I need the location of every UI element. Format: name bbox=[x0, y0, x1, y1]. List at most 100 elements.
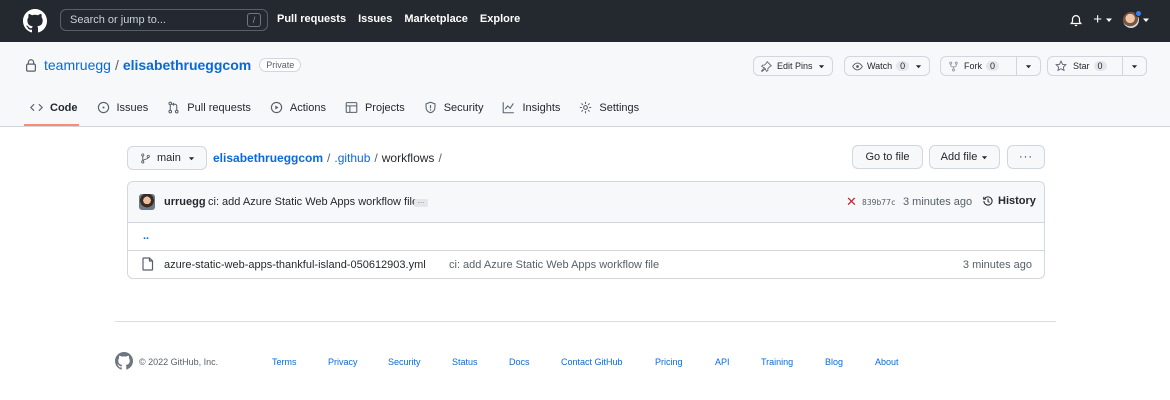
footer-link-pricing[interactable]: Pricing bbox=[655, 357, 683, 367]
footer-link-blog[interactable]: Blog bbox=[825, 357, 843, 367]
tab-code-label: Code bbox=[50, 101, 78, 114]
footer-link-status[interactable]: Status bbox=[452, 357, 478, 367]
search-placeholder: Search or jump to... bbox=[70, 14, 166, 26]
create-new-button[interactable]: + bbox=[1093, 11, 1113, 28]
tab-pull-requests[interactable]: Pull requests bbox=[167, 101, 251, 114]
nav-pull-requests[interactable]: Pull requests bbox=[277, 13, 346, 25]
breadcrumb-separator: / bbox=[438, 151, 442, 165]
breadcrumb: elisabethrueggcom / .github / workflows … bbox=[213, 151, 446, 165]
branch-name: main bbox=[157, 152, 181, 164]
repo-title-separator: / bbox=[114, 57, 119, 73]
more-options-button[interactable]: ··· bbox=[1007, 145, 1045, 169]
bell-icon[interactable] bbox=[1069, 13, 1083, 27]
tab-projects[interactable]: Projects bbox=[345, 101, 405, 114]
fork-count: 0 bbox=[986, 61, 1000, 71]
tab-issues-label: Issues bbox=[116, 101, 149, 114]
footer-link-docs[interactable]: Docs bbox=[509, 357, 530, 367]
search-shortcut-key: / bbox=[247, 13, 261, 27]
active-tab-indicator bbox=[24, 124, 79, 126]
commit-message-link[interactable]: ci: add Azure Static Web Apps workflow f… bbox=[208, 196, 418, 208]
file-commit-time: 3 minutes ago bbox=[962, 259, 1032, 271]
breadcrumb-repo-link[interactable]: elisabethrueggcom bbox=[213, 151, 323, 165]
star-button[interactable]: Star 0 bbox=[1047, 56, 1147, 76]
kebab-icon: ··· bbox=[1019, 151, 1033, 163]
avatar[interactable] bbox=[139, 194, 155, 210]
caret-down-icon bbox=[982, 155, 988, 159]
nav-issues[interactable]: Issues bbox=[358, 13, 392, 25]
breadcrumb-github-link[interactable]: .github bbox=[334, 151, 370, 165]
pin-icon bbox=[761, 60, 772, 72]
repo-name-link[interactable]: elisabethrueggcom bbox=[123, 57, 251, 73]
file-name-link[interactable]: azure-static-web-apps-thankful-island-05… bbox=[164, 259, 426, 271]
file-icon bbox=[142, 257, 154, 271]
git-branch-icon bbox=[141, 153, 150, 163]
add-file-label: Add file bbox=[940, 151, 978, 163]
footer-link-training[interactable]: Training bbox=[761, 357, 793, 367]
avatar bbox=[1123, 9, 1142, 28]
header-actions: + bbox=[1059, 9, 1150, 28]
footer-link-privacy[interactable]: Privacy bbox=[328, 357, 358, 367]
repo-header bbox=[0, 42, 1170, 127]
expand-commit-button[interactable]: … bbox=[414, 198, 428, 207]
footer-link-terms[interactable]: Terms bbox=[272, 357, 297, 367]
tab-settings[interactable]: Settings bbox=[579, 101, 639, 114]
footer-link-api[interactable]: API bbox=[715, 357, 730, 367]
go-to-file-button[interactable]: Go to file bbox=[852, 145, 923, 169]
commit-author-link[interactable]: urruegg bbox=[164, 196, 206, 208]
watch-button[interactable]: Watch 0 bbox=[844, 56, 931, 76]
add-file-button[interactable]: Add file bbox=[929, 145, 1000, 169]
latest-commit-bar: urruegg ci: add Azure Static Web Apps wo… bbox=[128, 182, 1044, 223]
fork-icon bbox=[949, 61, 958, 71]
tab-security[interactable]: Security bbox=[424, 101, 483, 114]
tab-actions-label: Actions bbox=[289, 101, 326, 114]
global-header: Search or jump to... / Pull requests Iss… bbox=[0, 0, 1170, 42]
edit-pins-button[interactable]: Edit Pins bbox=[753, 56, 833, 76]
table-row: azure-static-web-apps-thankful-island-05… bbox=[128, 251, 1044, 278]
table-icon bbox=[345, 101, 358, 114]
github-logo-icon[interactable] bbox=[23, 9, 47, 33]
tab-issues[interactable]: Issues bbox=[97, 101, 149, 114]
watch-label: Watch bbox=[867, 61, 893, 71]
caret-down-icon bbox=[818, 64, 824, 68]
issue-icon bbox=[97, 101, 110, 114]
nav-explore[interactable]: Explore bbox=[480, 13, 520, 25]
parent-directory-row[interactable]: .. bbox=[128, 223, 1044, 251]
visibility-badge: Private bbox=[259, 58, 302, 72]
history-link[interactable]: History bbox=[982, 195, 1036, 207]
file-commit-message-link[interactable]: ci: add Azure Static Web Apps workflow f… bbox=[449, 259, 659, 271]
user-menu-button[interactable] bbox=[1123, 9, 1150, 28]
graph-icon bbox=[502, 101, 515, 114]
star-icon bbox=[1055, 60, 1067, 72]
footer-link-security[interactable]: Security bbox=[388, 357, 421, 367]
star-dropdown-button[interactable] bbox=[1122, 57, 1146, 75]
plus-icon: + bbox=[1093, 11, 1102, 28]
parent-directory-link[interactable]: .. bbox=[143, 230, 149, 242]
fork-dropdown-button[interactable] bbox=[1016, 57, 1040, 75]
check-failed-icon[interactable]: ✕ bbox=[846, 194, 857, 210]
edit-pins-label: Edit Pins bbox=[777, 61, 813, 71]
github-mark-icon[interactable] bbox=[115, 352, 133, 370]
branch-select-button[interactable]: main bbox=[127, 146, 207, 170]
search-input[interactable]: Search or jump to... / bbox=[60, 9, 268, 31]
breadcrumb-separator: / bbox=[327, 151, 331, 165]
code-icon bbox=[30, 101, 43, 114]
footer-link-about[interactable]: About bbox=[875, 357, 899, 367]
footer-copyright: © 2022 GitHub, Inc. bbox=[139, 357, 219, 367]
commit-sha-link[interactable]: 839b77c bbox=[862, 198, 896, 207]
history-label: History bbox=[998, 195, 1036, 207]
play-icon bbox=[270, 101, 283, 114]
caret-down-icon bbox=[916, 64, 922, 68]
tab-insights[interactable]: Insights bbox=[502, 101, 560, 114]
caret-down-icon bbox=[1131, 64, 1138, 68]
commit-time: 3 minutes ago bbox=[903, 196, 973, 208]
repo-owner-link[interactable]: teamruegg bbox=[44, 57, 111, 73]
footer-link-contact[interactable]: Contact GitHub bbox=[561, 357, 623, 367]
tab-code[interactable]: Code bbox=[30, 101, 78, 114]
tab-actions[interactable]: Actions bbox=[270, 101, 326, 114]
go-to-file-label: Go to file bbox=[865, 151, 910, 163]
nav-marketplace[interactable]: Marketplace bbox=[404, 13, 468, 25]
caret-down-icon bbox=[188, 156, 194, 160]
shield-icon bbox=[424, 101, 437, 114]
fork-button[interactable]: Fork 0 bbox=[940, 56, 1041, 76]
lock-icon bbox=[26, 59, 36, 72]
